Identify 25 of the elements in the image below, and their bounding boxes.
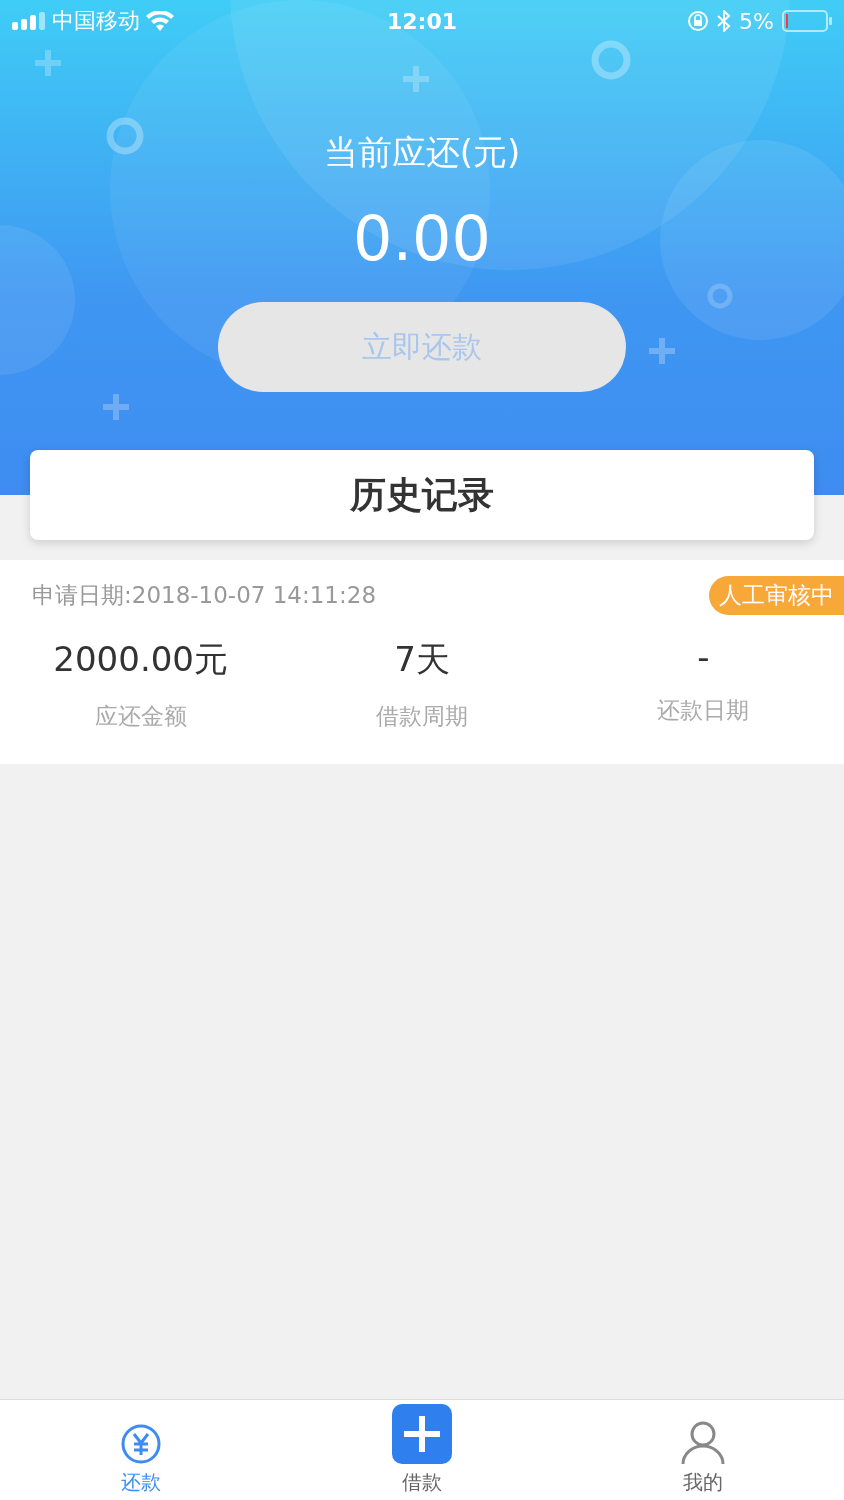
- status-time: 12:01: [387, 8, 457, 34]
- status-badge: 人工审核中: [709, 576, 844, 615]
- rotation-lock-icon: [687, 10, 710, 32]
- plus-icon: [391, 1403, 453, 1465]
- tab[interactable]: 我的: [562, 1400, 844, 1500]
- wifi-icon: [146, 11, 174, 31]
- field-label: 应还金额: [94, 702, 187, 731]
- amount-value: 0.00: [352, 204, 491, 274]
- field-value: 2000.00元: [53, 638, 228, 681]
- apply-date: 申请日期:2018-10-07 14:11:28: [32, 581, 377, 610]
- battery-icon: [782, 10, 832, 32]
- field-label: 借款周期: [376, 702, 468, 731]
- amount-title: 当前应还(元): [323, 131, 521, 174]
- tab[interactable]: 还款: [0, 1400, 282, 1500]
- person-icon: [680, 1419, 727, 1465]
- field-label: 还款日期: [657, 696, 750, 725]
- field-value: -: [697, 637, 710, 677]
- signal-icon: [12, 12, 46, 30]
- carrier-name: 中国移动: [52, 7, 140, 35]
- battery-percent: 5%: [739, 8, 774, 34]
- history-card[interactable]: 历史记录: [30, 450, 814, 540]
- bluetooth-icon: [717, 10, 732, 32]
- field-value: 7天: [394, 638, 450, 681]
- tab[interactable]: 借款: [281, 1400, 563, 1500]
- yuan-icon: [119, 1423, 162, 1465]
